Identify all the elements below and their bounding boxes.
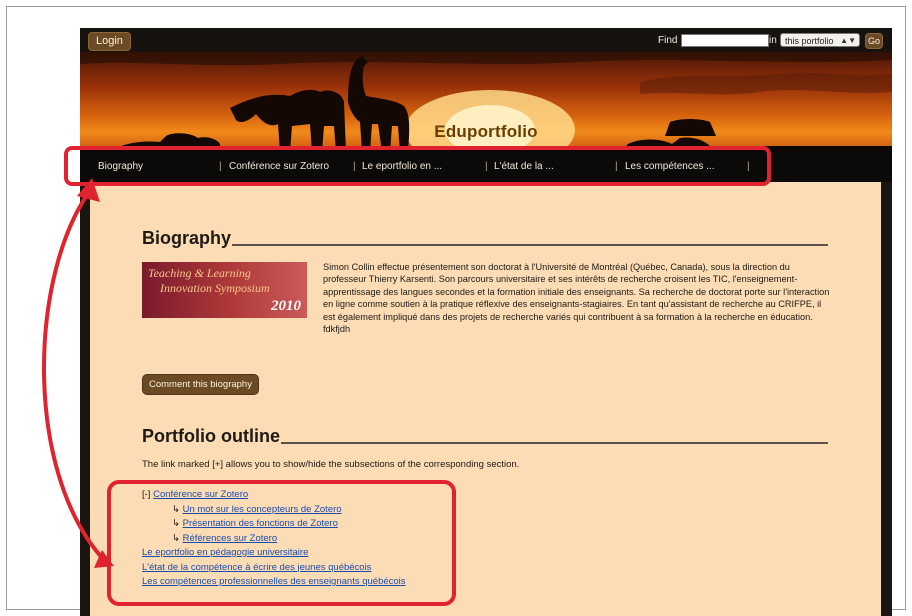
banner-text-line-1: Teaching & Learning bbox=[148, 266, 251, 280]
symposium-banner-image: Teaching & Learning Innovation Symposium… bbox=[142, 262, 307, 318]
banner-text-line-2: Innovation Symposium bbox=[160, 281, 270, 295]
top-bar: Login Find in this portfolio ▲▼ Go bbox=[80, 28, 892, 52]
biography-text: Simon Collin effectue présentement son d… bbox=[323, 262, 830, 335]
heading-underline bbox=[281, 442, 828, 444]
banner-text-year: 2010 bbox=[271, 298, 301, 314]
outline-annotation-box bbox=[107, 480, 456, 606]
search-input[interactable] bbox=[681, 34, 769, 47]
search-scope-value: this portfolio bbox=[785, 36, 834, 46]
login-button[interactable]: Login bbox=[88, 32, 131, 51]
select-arrows-icon: ▲▼ bbox=[840, 36, 856, 45]
nav-annotation-box bbox=[64, 146, 771, 186]
portfolio-outline-heading: Portfolio outline bbox=[142, 426, 280, 446]
biography-heading: Biography bbox=[142, 228, 232, 248]
search-scope-select[interactable]: this portfolio ▲▼ bbox=[780, 33, 860, 47]
in-label: in bbox=[769, 35, 777, 46]
heading-underline bbox=[232, 244, 828, 246]
go-button[interactable]: Go bbox=[865, 33, 883, 49]
banner: Eduportfolio bbox=[80, 52, 892, 152]
comment-biography-button[interactable]: Comment this biography bbox=[142, 374, 259, 395]
find-label: Find bbox=[658, 35, 678, 46]
outline-intro-text: The link marked [+] allows you to show/h… bbox=[142, 459, 520, 470]
site-title: Eduportfolio bbox=[434, 122, 538, 141]
